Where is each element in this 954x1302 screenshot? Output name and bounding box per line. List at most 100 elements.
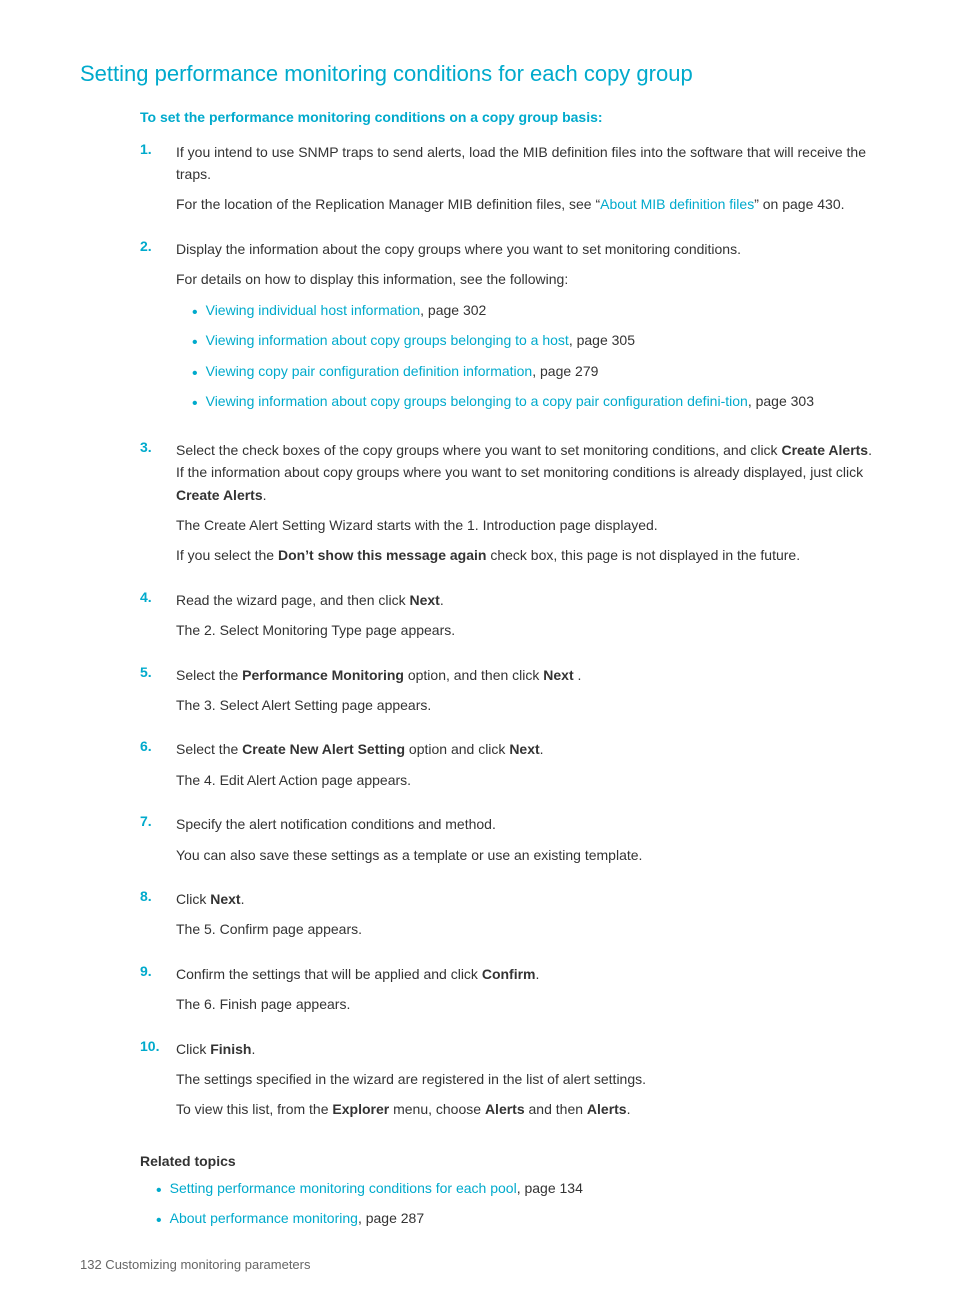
step-5-sub: The 3. Select Alert Setting page appears… bbox=[176, 694, 874, 716]
bullet-3-text: Viewing copy pair configuration definiti… bbox=[206, 360, 599, 382]
step-9: 9. Confirm the settings that will be app… bbox=[80, 963, 874, 1024]
related-topics-list: • Setting performance monitoring conditi… bbox=[156, 1177, 874, 1234]
step-2-text: Display the information about the copy g… bbox=[176, 238, 874, 260]
step-2-sub: For details on how to display this infor… bbox=[176, 268, 874, 290]
step-5-number: 5. bbox=[140, 664, 176, 680]
step-1: 1. If you intend to use SNMP traps to se… bbox=[80, 141, 874, 224]
bullet-4-text: Viewing information about copy groups be… bbox=[206, 390, 814, 412]
step-2-bullets: • Viewing individual host information, p… bbox=[192, 299, 874, 417]
main-title: Setting performance monitoring condition… bbox=[80, 60, 874, 89]
bullet-dot-3: • bbox=[192, 361, 198, 387]
step-10-sub1: The settings specified in the wizard are… bbox=[176, 1068, 874, 1090]
step-2: 2. Display the information about the cop… bbox=[80, 238, 874, 425]
step-4-sub: The 2. Select Monitoring Type page appea… bbox=[176, 619, 874, 641]
step-6-text: Select the Create New Alert Setting opti… bbox=[176, 738, 874, 760]
step-7-sub: You can also save these settings as a te… bbox=[176, 844, 874, 866]
step-3-sub2: If you select the Don’t show this messag… bbox=[176, 544, 874, 566]
step-7-text: Specify the alert notification condition… bbox=[176, 813, 874, 835]
create-alerts-bold-2: Create Alerts bbox=[176, 487, 263, 503]
step-4-text: Read the wizard page, and then click Nex… bbox=[176, 589, 874, 611]
bullet-item-1: • Viewing individual host information, p… bbox=[192, 299, 874, 326]
step-1-number: 1. bbox=[140, 141, 176, 157]
step-7-content: Specify the alert notification condition… bbox=[176, 813, 874, 874]
bullet-dot-2: • bbox=[192, 330, 198, 356]
step-8-text: Click Next. bbox=[176, 888, 874, 910]
related-topics: Related topics • Setting performance mon… bbox=[140, 1153, 874, 1234]
next-bold-4: Next bbox=[409, 592, 439, 608]
step-8: 8. Click Next. The 5. Confirm page appea… bbox=[80, 888, 874, 949]
alerts-bold-1: Alerts bbox=[485, 1101, 525, 1117]
step-4: 4. Read the wizard page, and then click … bbox=[80, 589, 874, 650]
related-item-1: • Setting performance monitoring conditi… bbox=[156, 1177, 874, 1204]
step-6-content: Select the Create New Alert Setting opti… bbox=[176, 738, 874, 799]
bullet-item-4: • Viewing information about copy groups … bbox=[192, 390, 874, 417]
related-1-text: Setting performance monitoring condition… bbox=[170, 1177, 583, 1199]
bullet-item-2: • Viewing information about copy groups … bbox=[192, 329, 874, 356]
step-3: 3. Select the check boxes of the copy gr… bbox=[80, 439, 874, 575]
related-dot-1: • bbox=[156, 1178, 162, 1204]
step-10-sub2: To view this list, from the Explorer men… bbox=[176, 1098, 874, 1120]
viewing-copy-pair-config-link[interactable]: Viewing copy pair configuration definiti… bbox=[206, 363, 533, 379]
step-3-sub1: The Create Alert Setting Wizard starts w… bbox=[176, 514, 874, 536]
step-9-number: 9. bbox=[140, 963, 176, 979]
page-container: Setting performance monitoring condition… bbox=[0, 0, 954, 1302]
step-2-content: Display the information about the copy g… bbox=[176, 238, 874, 425]
related-item-2: • About performance monitoring, page 287 bbox=[156, 1207, 874, 1234]
step-6-sub: The 4. Edit Alert Action page appears. bbox=[176, 769, 874, 791]
finish-bold: Finish bbox=[210, 1041, 251, 1057]
step-4-number: 4. bbox=[140, 589, 176, 605]
footer: 132 Customizing monitoring parameters bbox=[80, 1257, 311, 1272]
explorer-bold: Explorer bbox=[332, 1101, 389, 1117]
bullet-dot-4: • bbox=[192, 391, 198, 417]
bullet-1-text: Viewing individual host information, pag… bbox=[206, 299, 487, 321]
next-bold-5: Next bbox=[543, 667, 573, 683]
viewing-copy-groups-config-def-link[interactable]: Viewing information about copy groups be… bbox=[206, 393, 748, 409]
next-bold-6: Next bbox=[509, 741, 539, 757]
step-7-number: 7. bbox=[140, 813, 176, 829]
bullet-item-3: • Viewing copy pair configuration defini… bbox=[192, 360, 874, 387]
steps-list: 1. If you intend to use SNMP traps to se… bbox=[80, 141, 874, 1129]
pool-monitoring-link[interactable]: Setting performance monitoring condition… bbox=[170, 1180, 517, 1196]
next-bold-8: Next bbox=[210, 891, 240, 907]
step-10-content: Click Finish. The settings specified in … bbox=[176, 1038, 874, 1129]
mib-definition-files-link[interactable]: About MIB definition files bbox=[600, 196, 754, 212]
step-10: 10. Click Finish. The settings specified… bbox=[80, 1038, 874, 1129]
confirm-bold: Confirm bbox=[482, 966, 536, 982]
related-2-text: About performance monitoring, page 287 bbox=[170, 1207, 425, 1229]
viewing-individual-host-link[interactable]: Viewing individual host information bbox=[206, 302, 421, 318]
step-5: 5. Select the Performance Monitoring opt… bbox=[80, 664, 874, 725]
about-performance-monitoring-link[interactable]: About performance monitoring bbox=[170, 1210, 358, 1226]
step-3-text: Select the check boxes of the copy group… bbox=[176, 439, 874, 506]
step-1-content: If you intend to use SNMP traps to send … bbox=[176, 141, 874, 224]
step-6: 6. Select the Create New Alert Setting o… bbox=[80, 738, 874, 799]
alerts-bold-2: Alerts bbox=[587, 1101, 627, 1117]
step-10-text: Click Finish. bbox=[176, 1038, 874, 1060]
step-8-number: 8. bbox=[140, 888, 176, 904]
step-4-content: Read the wizard page, and then click Nex… bbox=[176, 589, 874, 650]
dont-show-bold: Don’t show this message again bbox=[278, 547, 487, 563]
step-5-text: Select the Performance Monitoring option… bbox=[176, 664, 874, 686]
step-6-number: 6. bbox=[140, 738, 176, 754]
viewing-copy-groups-host-link[interactable]: Viewing information about copy groups be… bbox=[206, 332, 569, 348]
create-alerts-bold-1: Create Alerts bbox=[781, 442, 868, 458]
step-5-content: Select the Performance Monitoring option… bbox=[176, 664, 874, 725]
step-1-text: If you intend to use SNMP traps to send … bbox=[176, 141, 874, 186]
related-topics-title: Related topics bbox=[140, 1153, 874, 1169]
step-3-content: Select the check boxes of the copy group… bbox=[176, 439, 874, 575]
bullet-2-text: Viewing information about copy groups be… bbox=[206, 329, 635, 351]
step-7: 7. Specify the alert notification condit… bbox=[80, 813, 874, 874]
bullet-dot-1: • bbox=[192, 300, 198, 326]
step-8-content: Click Next. The 5. Confirm page appears. bbox=[176, 888, 874, 949]
create-new-alert-bold: Create New Alert Setting bbox=[242, 741, 405, 757]
step-1-sub: For the location of the Replication Mana… bbox=[176, 193, 874, 215]
step-9-text: Confirm the settings that will be applie… bbox=[176, 963, 874, 985]
related-dot-2: • bbox=[156, 1208, 162, 1234]
step-9-content: Confirm the settings that will be applie… bbox=[176, 963, 874, 1024]
step-10-number: 10. bbox=[140, 1038, 176, 1054]
step-3-number: 3. bbox=[140, 439, 176, 455]
performance-monitoring-bold: Performance Monitoring bbox=[242, 667, 404, 683]
step-2-number: 2. bbox=[140, 238, 176, 254]
step-9-sub: The 6. Finish page appears. bbox=[176, 993, 874, 1015]
step-8-sub: The 5. Confirm page appears. bbox=[176, 918, 874, 940]
subtitle: To set the performance monitoring condit… bbox=[140, 109, 874, 125]
